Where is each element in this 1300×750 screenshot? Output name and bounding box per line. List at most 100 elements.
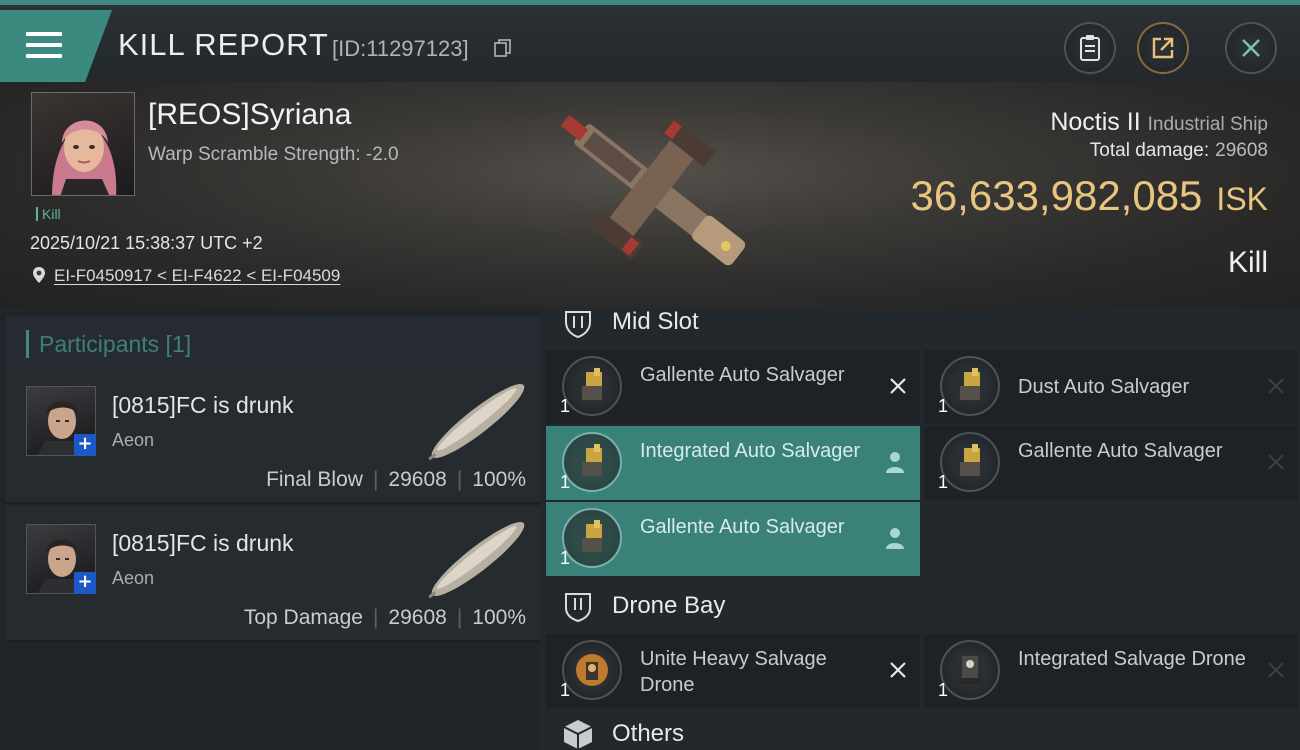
fitting-item[interactable]: 1 Dust Auto Salvager (924, 350, 1298, 424)
ship-name-line: Noctis II Industrial Ship (1050, 108, 1268, 137)
item-name: Dust Auto Salvager (1018, 376, 1190, 398)
item-name: Integrated Auto Salvager (640, 440, 861, 462)
participant-name[interactable]: [0815]FC is drunk (112, 530, 294, 557)
module-icon (940, 356, 1000, 416)
item-name: Gallente Auto Salvager (640, 516, 845, 538)
drone-icon (940, 640, 1000, 700)
top-bar: KILL REPORT [ID:11297123] (0, 0, 1300, 82)
person-icon (886, 528, 904, 549)
participant-stats: Top Damage | 29608 | 100% (244, 606, 526, 630)
location-pin-icon (33, 267, 45, 283)
module-icon (562, 356, 622, 416)
total-damage-line: Total damage: 29608 (1090, 140, 1268, 162)
kill-tag: Kill (36, 206, 61, 222)
participant-stats: Final Blow | 29608 | 100% (266, 468, 526, 492)
share-icon (1152, 37, 1174, 59)
divider: | (372, 468, 379, 491)
participants-panel: Participants [1] + [0815]FC is drunk Aeo… (0, 308, 540, 750)
person-icon (886, 452, 904, 473)
module-icon (940, 432, 1000, 492)
drone-bay-icon (565, 593, 591, 623)
participant-percent: 100% (472, 468, 526, 491)
item-quantity: 1 (938, 396, 949, 416)
fitting-panel: Mid Slot 1 Gallente Auto Salvager 1 Dust… (540, 308, 1300, 750)
module-icon (562, 432, 622, 492)
x-icon (1268, 378, 1284, 394)
fitting-item[interactable]: 1 Gallente Auto Salvager (546, 350, 920, 424)
participant-corp: Aeon (112, 568, 155, 588)
item-quantity: 1 (938, 680, 949, 700)
section-others: Others (560, 716, 684, 750)
x-icon (890, 662, 906, 678)
participant-ship-icon (428, 384, 525, 461)
divider: | (372, 606, 379, 629)
report-id: [ID:11297123] (332, 36, 469, 61)
item-name: Gallente Auto Salvager (640, 364, 845, 386)
fitting-item[interactable]: 1 Unite Heavy Salvage Drone (546, 634, 920, 708)
copy-icon[interactable] (494, 39, 512, 57)
drone-bay-label: Drone Bay (612, 592, 726, 619)
divider: | (456, 606, 463, 629)
item-name: Gallente Auto Salvager (1018, 440, 1223, 462)
others-label: Others (612, 720, 685, 747)
item-quantity: 1 (560, 472, 571, 492)
kill-location[interactable]: EI-F0450917 < EI-F4622 < EI-F04509 (30, 266, 340, 286)
item-name: Integrated Salvage Drone (1018, 648, 1246, 670)
participant-row[interactable]: + [0815]FC is drunk Aeon Final Blow | 29… (6, 368, 540, 504)
item-quantity: 1 (560, 396, 571, 416)
ship-name[interactable]: Noctis II (1050, 108, 1140, 136)
participant-damage: 29608 (388, 468, 447, 491)
fitting-item[interactable]: 1 Integrated Salvage Drone (924, 634, 1298, 708)
add-contact-icon[interactable]: + (74, 572, 96, 594)
fitting-item[interactable]: 1 Integrated Auto Salvager (546, 426, 920, 500)
share-button[interactable] (1137, 22, 1189, 74)
add-contact-icon[interactable]: + (74, 434, 96, 456)
x-icon (890, 378, 906, 394)
ship-class: Industrial Ship (1147, 114, 1268, 135)
section-mid-slot: Mid Slot (560, 304, 699, 340)
header-accent-bar (26, 330, 29, 358)
participant-name[interactable]: [0815]FC is drunk (112, 392, 294, 419)
page-title: KILL REPORT (118, 27, 329, 62)
drone-icon (562, 640, 622, 700)
participant-role: Final Blow (266, 468, 363, 491)
mid-slot-label: Mid Slot (612, 308, 699, 335)
item-quantity: 1 (560, 548, 571, 568)
x-icon (1268, 454, 1284, 470)
location-route[interactable]: EI-F0450917 < EI-F4622 < EI-F04509 (54, 266, 340, 285)
victim-name[interactable]: [REOS]Syriana (148, 98, 351, 132)
warp-scramble-strength: Warp Scramble Strength: -2.0 (148, 144, 399, 165)
total-damage-value: 29608 (1215, 140, 1268, 161)
participants-header[interactable]: Participants [1] (6, 316, 540, 372)
kill-result: Kill (1227, 246, 1268, 279)
x-icon (1268, 662, 1284, 678)
participant-row[interactable]: + [0815]FC is drunk Aeon Top Damage | 29… (6, 506, 540, 642)
item-name: Unite Heavy Salvage Drone (640, 648, 827, 696)
isk-unit: ISK (1216, 181, 1268, 217)
fitting-item[interactable]: 1 Gallente Auto Salvager (546, 502, 920, 576)
victim-ship-render (560, 114, 746, 266)
participants-title: Participants [1] (39, 330, 192, 357)
cargo-box-icon (563, 720, 593, 749)
kill-summary: [REOS]Syriana Warp Scramble Strength: -2… (0, 82, 1300, 308)
victim-portrait[interactable] (31, 92, 135, 196)
isk-value-line: 36,633,982,085 ISK (910, 172, 1268, 220)
isk-value: 36,633,982,085 (910, 172, 1203, 219)
menu-button[interactable] (0, 10, 112, 82)
close-button[interactable] (1225, 22, 1277, 74)
participant-damage: 29608 (388, 606, 447, 629)
participant-corp: Aeon (112, 430, 155, 450)
kill-timestamp: 2025/10/21 15:38:37 UTC +2 (30, 233, 263, 253)
participant-role: Top Damage (243, 606, 363, 629)
clipboard-button[interactable] (1064, 22, 1116, 74)
clipboard-icon (1080, 35, 1100, 61)
participant-percent: 100% (472, 606, 526, 629)
fitting-item[interactable]: 1 Gallente Auto Salvager (924, 426, 1298, 500)
close-icon (1242, 39, 1260, 57)
hamburger-icon (26, 32, 62, 65)
section-drone-bay: Drone Bay (560, 588, 725, 624)
participant-ship-icon (428, 522, 525, 599)
mid-slot-icon (565, 311, 591, 339)
item-quantity: 1 (560, 680, 571, 700)
module-icon (562, 508, 622, 568)
